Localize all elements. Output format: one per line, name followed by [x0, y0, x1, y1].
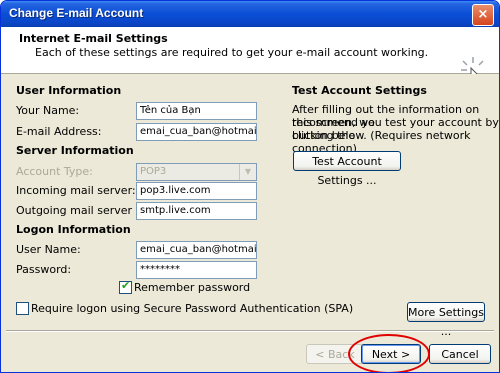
require-spa-checkbox[interactable]: [16, 302, 29, 315]
require-spa-label: Require logon using Secure Password Auth…: [31, 302, 354, 315]
logon-information-heading: Logon Information: [16, 223, 131, 236]
outgoing-server-field[interactable]: smtp.live.com: [136, 202, 257, 220]
settings-panel: User Information Your Name: Tên của Bạn …: [1, 74, 499, 338]
change-email-account-dialog: Change E-mail Account × Internet E-mail …: [0, 0, 500, 373]
footer-divider: [6, 330, 494, 332]
header-title: Internet E-mail Settings: [19, 32, 168, 45]
close-button[interactable]: ×: [472, 4, 494, 26]
email-address-field[interactable]: emai_cua_ban@hotmail.com: [136, 123, 257, 141]
title-bar[interactable]: Change E-mail Account ×: [1, 1, 499, 27]
window-title: Change E-mail Account: [9, 6, 144, 20]
header-subtitle: Each of these settings are required to g…: [35, 46, 429, 59]
your-name-field[interactable]: Tên của Bạn: [136, 102, 257, 120]
incoming-server-field[interactable]: pop3.live.com: [136, 182, 257, 200]
server-information-heading: Server Information: [16, 144, 134, 157]
account-type-label: Account Type:: [16, 165, 93, 178]
chevron-down-icon: ▼: [239, 164, 256, 180]
header-panel: Internet E-mail Settings Each of these s…: [1, 27, 499, 90]
user-name-field[interactable]: emai_cua_ban@hotmail.com: [136, 241, 257, 259]
password-field[interactable]: ********: [136, 261, 257, 279]
account-type-value: POP3: [140, 166, 167, 177]
password-label: Password:: [16, 263, 72, 276]
cancel-button[interactable]: Cancel: [429, 344, 491, 364]
test-account-settings-button[interactable]: Test Account Settings ...: [293, 151, 401, 187]
incoming-server-label: Incoming mail server:: [16, 184, 136, 197]
next-highlight-circle: [348, 334, 430, 372]
email-address-label: E-mail Address:: [16, 125, 102, 138]
user-information-heading: User Information: [16, 84, 122, 97]
account-type-select[interactable]: POP3 ▼: [136, 163, 257, 181]
more-settings-button[interactable]: More Settings ...: [407, 302, 485, 338]
checkmark-icon: ✔: [121, 279, 131, 292]
your-name-label: Your Name:: [16, 104, 80, 117]
test-account-heading: Test Account Settings: [292, 84, 427, 97]
remember-password-label: Remember password: [134, 281, 251, 294]
remember-password-checkbox[interactable]: ✔: [119, 279, 132, 294]
user-name-label: User Name:: [16, 243, 81, 256]
